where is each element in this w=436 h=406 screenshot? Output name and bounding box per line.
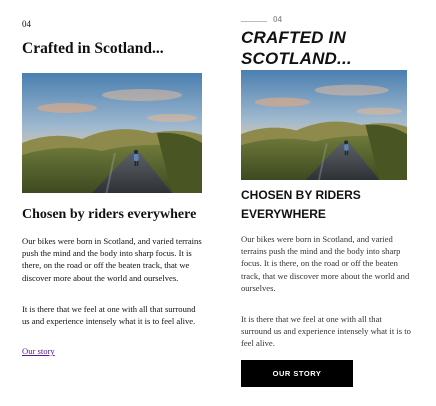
section-heading: Chosen by riders everywhere bbox=[241, 188, 361, 221]
page-title: Crafted in Scotland... bbox=[241, 28, 352, 68]
section-number: 04 bbox=[22, 19, 31, 29]
cyclist-landscape-photo bbox=[241, 70, 407, 180]
section-number: 04 bbox=[273, 15, 282, 24]
cyclist-landscape-photo bbox=[22, 73, 202, 193]
body-paragraph-1: Our bikes were born in Scotland, and var… bbox=[241, 234, 410, 293]
our-story-link[interactable]: Our story bbox=[22, 346, 55, 356]
section-heading: Chosen by riders everywhere bbox=[22, 207, 197, 222]
number-rule bbox=[241, 21, 267, 22]
page-title: Crafted in Scotland... bbox=[22, 40, 164, 57]
body-paragraph-1: Our bikes were born in Scotland, and var… bbox=[22, 236, 202, 283]
body-paragraph-2: It is there that we feel at one with all… bbox=[241, 314, 411, 349]
body-paragraph-2: It is there that we feel at one with all… bbox=[22, 304, 196, 327]
our-story-button[interactable]: Our story bbox=[241, 360, 353, 387]
